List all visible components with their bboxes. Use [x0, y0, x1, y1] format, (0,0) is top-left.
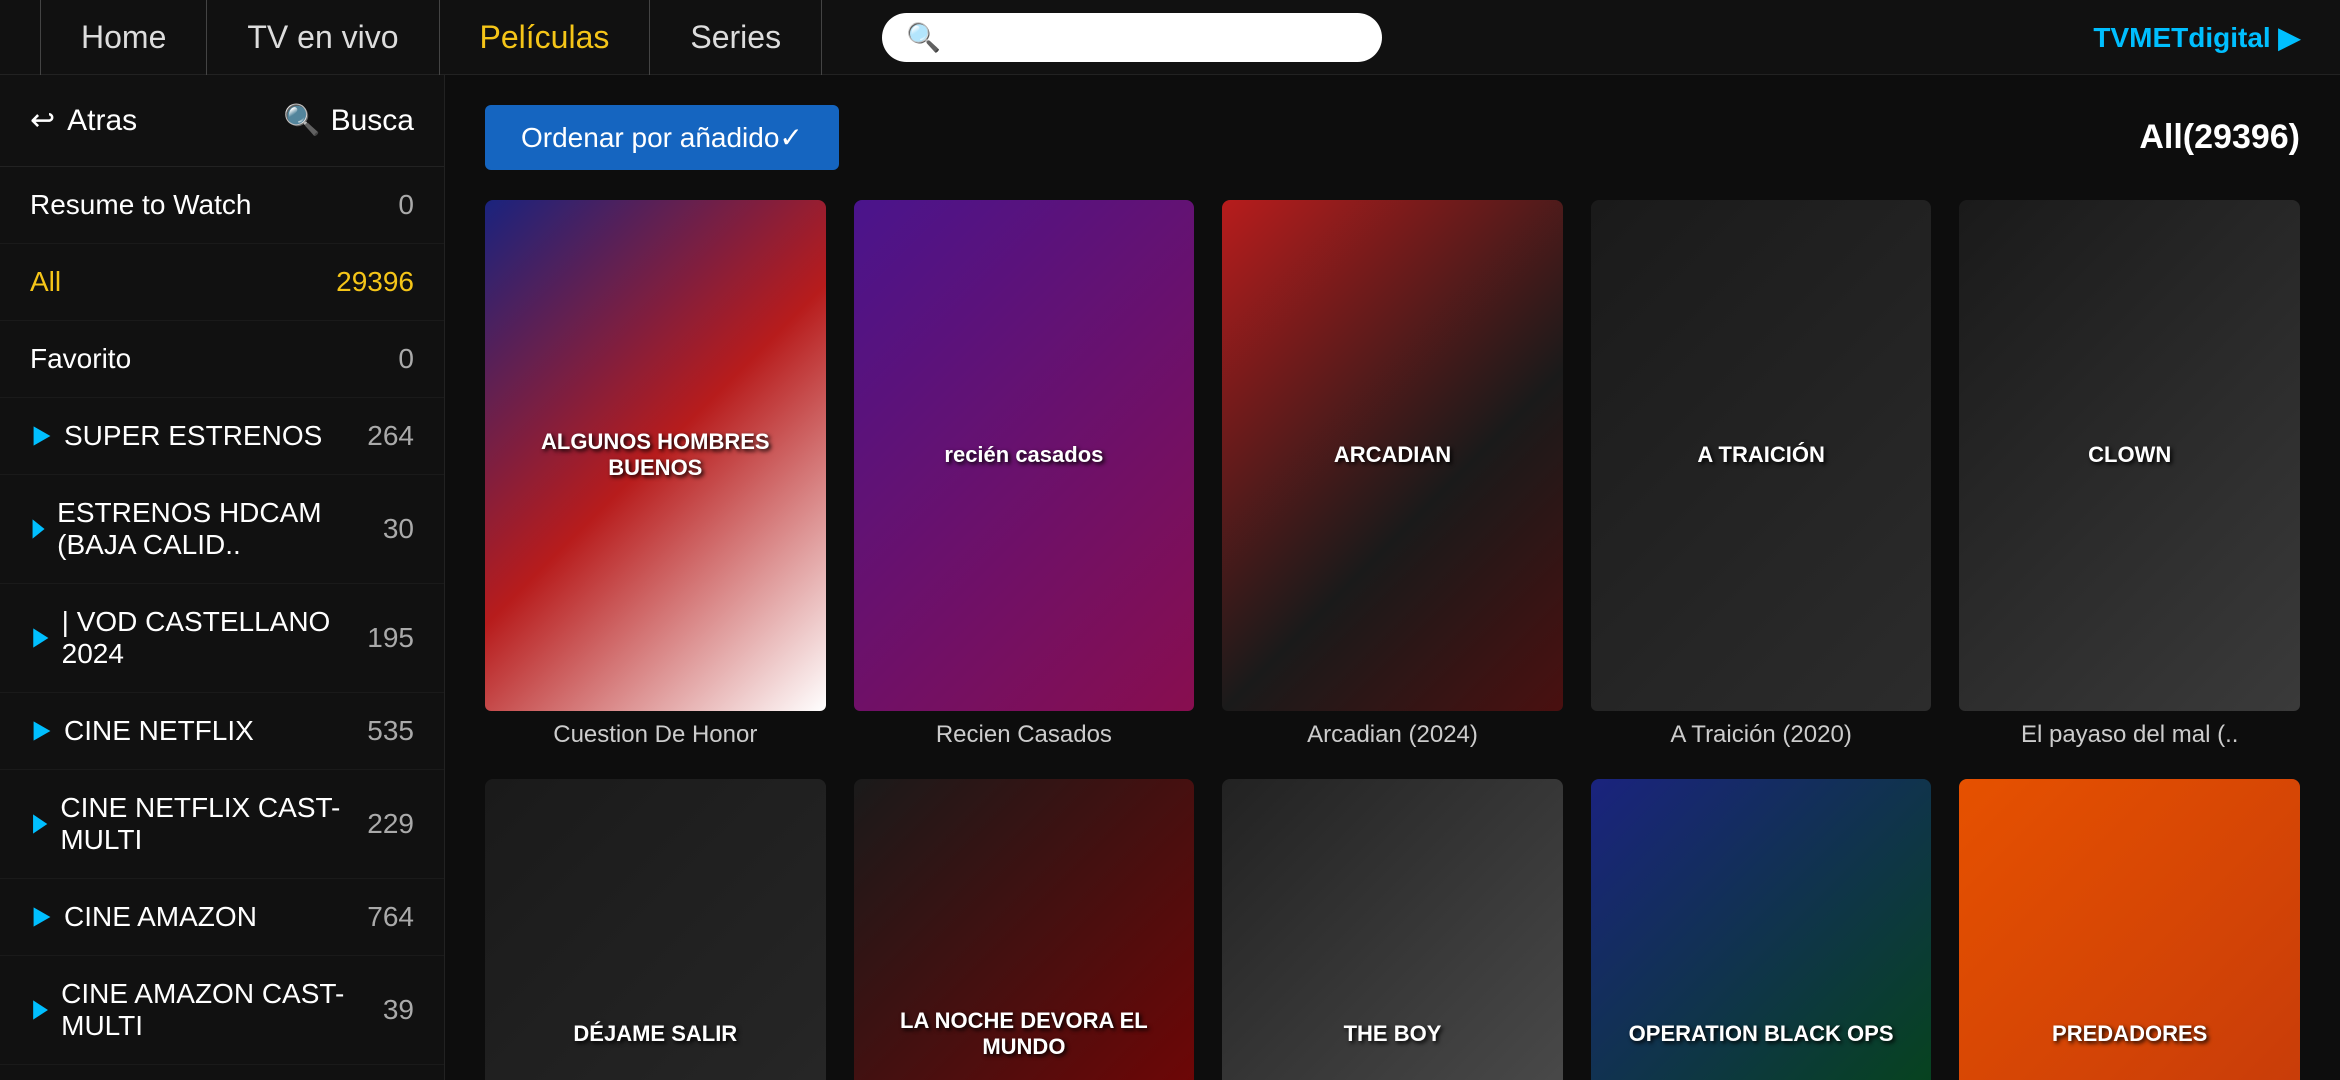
poster-label-8: OPERATION BLACK OPS: [1608, 1013, 1915, 1055]
movie-poster-6: LA NOCHE DEVORA EL MUNDO: [854, 779, 1195, 1080]
play-icon: [30, 517, 47, 541]
movie-title-0: Cuestion De Honor: [485, 721, 826, 749]
poster-label-2: ARCADIAN: [1239, 434, 1546, 476]
sidebar-item-label-5: | VOD CASTELLANO 2024: [30, 606, 367, 670]
poster-label-4: CLOWN: [1976, 434, 2283, 476]
sort-button[interactable]: Ordenar por añadido✓: [485, 105, 839, 170]
movie-poster-4: CLOWN: [1959, 200, 2300, 711]
poster-label-1: recién casados: [871, 434, 1178, 476]
movie-title-2: Arcadian (2024): [1222, 721, 1563, 749]
poster-label-7: THE BOY: [1239, 1013, 1546, 1055]
movie-poster-1: recién casados: [854, 200, 1195, 711]
sidebar-item-count-2: 0: [398, 343, 414, 375]
sidebar-item-5[interactable]: | VOD CASTELLANO 2024195: [0, 584, 444, 693]
sidebar-item-label-9: CINE AMAZON CAST-MULTI: [30, 978, 383, 1042]
search-button[interactable]: 🔍 Busca: [283, 103, 414, 138]
play-icon: [30, 998, 51, 1022]
sidebar-item-label-7: CINE NETFLIX CAST-MULTI: [30, 792, 367, 856]
movie-poster-9: PREDADORES: [1959, 779, 2300, 1080]
back-icon: ↩: [30, 103, 55, 138]
sidebar-item-count-0: 0: [398, 189, 414, 221]
search-input[interactable]: [953, 21, 1358, 53]
back-label: Atras: [67, 104, 137, 138]
movie-card-5[interactable]: DÉJAME SALIR¡Huye! (2017): [485, 779, 826, 1080]
sidebar-item-count-1: 29396: [336, 266, 414, 298]
play-icon: [30, 719, 54, 743]
sidebar-item-6[interactable]: CINE NETFLIX 535: [0, 693, 444, 770]
play-icon: [30, 626, 52, 650]
sidebar-item-count-3: 264: [367, 420, 414, 452]
search-label: Busca: [331, 104, 414, 138]
movie-card-7[interactable]: THE BOYEl niño (2016): [1222, 779, 1563, 1080]
sidebar-item-2[interactable]: Favorito 0: [0, 321, 444, 398]
movie-card-8[interactable]: OPERATION BLACK OPSOperation Black O..: [1591, 779, 1932, 1080]
movie-poster-8: OPERATION BLACK OPS: [1591, 779, 1932, 1080]
search-icon: 🔍: [906, 21, 941, 54]
main-toolbar: Ordenar por añadido✓ All(29396): [485, 105, 2300, 170]
play-icon: [30, 424, 54, 448]
header: HomeTV en vivoPelículasSeries 🔍 TVMETdig…: [0, 0, 2340, 75]
movie-poster-5: DÉJAME SALIR: [485, 779, 826, 1080]
sidebar-item-label-3: SUPER ESTRENOS: [30, 420, 322, 452]
total-count: All(29396): [2139, 118, 2300, 157]
sidebar-item-1[interactable]: All 29396: [0, 244, 444, 321]
logo: TVMETdigital ▶: [2093, 21, 2300, 54]
back-button[interactable]: ↩ Atras: [30, 103, 137, 138]
sidebar-item-3[interactable]: SUPER ESTRENOS 264: [0, 398, 444, 475]
sidebar-item-count-9: 39: [383, 994, 414, 1026]
sidebar-item-label-8: CINE AMAZON: [30, 901, 257, 933]
poster-label-5: DÉJAME SALIR: [502, 1013, 809, 1055]
sidebar-item-7[interactable]: CINE NETFLIX CAST-MULTI229: [0, 770, 444, 879]
movie-title-1: Recien Casados: [854, 721, 1195, 749]
movie-poster-3: A TRAICIÓN: [1591, 200, 1932, 711]
sidebar-header: ↩ Atras 🔍 Busca: [0, 75, 444, 167]
sidebar-item-label-4: ESTRENOS HDCAM (BAJA CALID..: [30, 497, 383, 561]
poster-label-9: PREDADORES: [1976, 1013, 2283, 1055]
sidebar-item-label-0: Resume to Watch: [30, 189, 251, 221]
body-layout: ↩ Atras 🔍 Busca Resume to Watch 0 All 29396…: [0, 75, 2340, 1080]
sidebar-item-count-7: 229: [367, 808, 414, 840]
play-icon: [30, 812, 50, 836]
search-bar[interactable]: 🔍: [882, 13, 1382, 62]
movie-title-4: El payaso del mal (..: [1959, 721, 2300, 749]
movie-poster-7: THE BOY: [1222, 779, 1563, 1080]
sidebar-item-count-8: 764: [367, 901, 414, 933]
sidebar-item-4[interactable]: ESTRENOS HDCAM (BAJA CALID..30: [0, 475, 444, 584]
main-content: Ordenar por añadido✓ All(29396) ALGUNOS …: [445, 75, 2340, 1080]
movie-poster-2: ARCADIAN: [1222, 200, 1563, 711]
movie-card-1[interactable]: recién casados Recien Casados: [854, 200, 1195, 749]
sidebar-item-label-6: CINE NETFLIX: [30, 715, 254, 747]
poster-label-3: A TRAICIÓN: [1608, 434, 1915, 476]
sidebar-item-9[interactable]: CINE AMAZON CAST-MULTI39: [0, 956, 444, 1065]
movies-grid: ALGUNOS HOMBRES BUENOS Cuestion De Honor r…: [485, 200, 2300, 1080]
sidebar-item-count-6: 535: [367, 715, 414, 747]
sidebar: ↩ Atras 🔍 Busca Resume to Watch 0 All 29396…: [0, 75, 445, 1080]
movie-card-9[interactable]: PREDADORESPredadores (2017): [1959, 779, 2300, 1080]
nav-item-home[interactable]: Home: [40, 0, 207, 75]
sidebar-item-count-4: 30: [383, 513, 414, 545]
nav-item-tv-en-vivo[interactable]: TV en vivo: [207, 0, 439, 75]
search-icon: 🔍: [283, 103, 320, 138]
sidebar-item-count-5: 195: [367, 622, 414, 654]
movie-card-4[interactable]: CLOWN El payaso del mal (..: [1959, 200, 2300, 749]
sidebar-item-0[interactable]: Resume to Watch 0: [0, 167, 444, 244]
movie-card-0[interactable]: ALGUNOS HOMBRES BUENOS Cuestion De Honor: [485, 200, 826, 749]
play-icon: [30, 905, 54, 929]
movie-card-3[interactable]: A TRAICIÓN A Traición (2020): [1591, 200, 1932, 749]
movie-card-2[interactable]: ARCADIAN Arcadian (2024): [1222, 200, 1563, 749]
nav-item-series[interactable]: Series: [650, 0, 822, 75]
poster-label-6: LA NOCHE DEVORA EL MUNDO: [871, 1000, 1178, 1068]
sidebar-item-10[interactable]: CINE DISNEY859: [0, 1065, 444, 1080]
movie-title-3: A Traición (2020): [1591, 721, 1932, 749]
nav-bar: HomeTV en vivoPelículasSeries: [40, 0, 822, 75]
nav-item-películas[interactable]: Películas: [440, 0, 651, 75]
sidebar-item-8[interactable]: CINE AMAZON 764: [0, 879, 444, 956]
movie-poster-0: ALGUNOS HOMBRES BUENOS: [485, 200, 826, 711]
sidebar-item-label-1: All: [30, 266, 61, 298]
sidebar-item-label-2: Favorito: [30, 343, 131, 375]
poster-label-0: ALGUNOS HOMBRES BUENOS: [502, 421, 809, 489]
movie-card-6[interactable]: LA NOCHE DEVORA EL MUNDOLa noche devoró …: [854, 779, 1195, 1080]
sidebar-items: Resume to Watch 0 All 29396 Favorito 0 SUPER E…: [0, 167, 444, 1080]
